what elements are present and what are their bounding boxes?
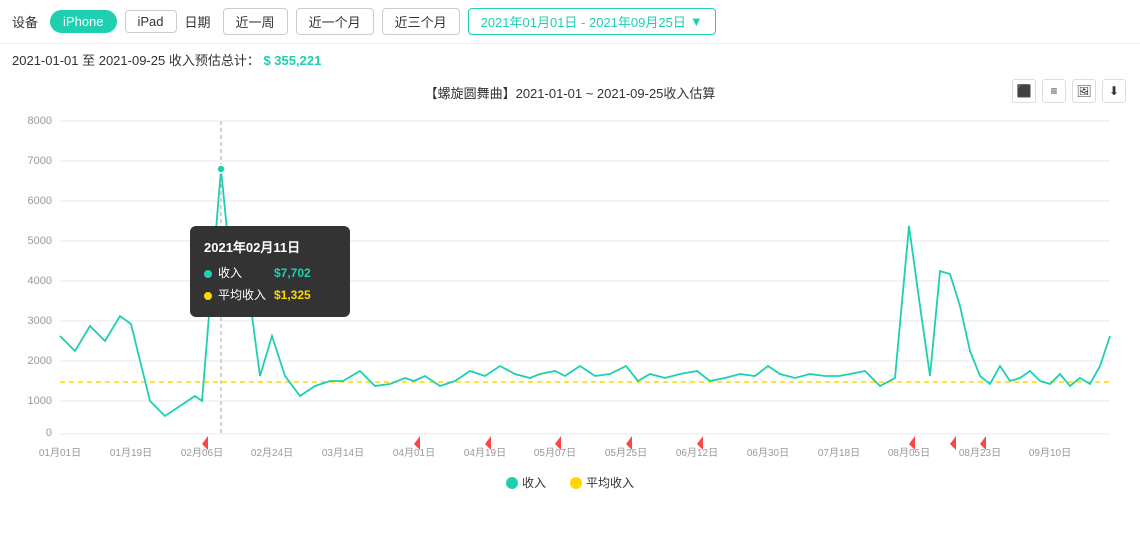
svg-text:4000: 4000 xyxy=(28,275,52,287)
three-months-button[interactable]: 近三个月 xyxy=(382,8,460,35)
chart-svg: 8000 7000 6000 5000 4000 3000 2000 1000 … xyxy=(10,106,1130,466)
svg-text:05月25日: 05月25日 xyxy=(605,447,647,459)
iphone-button[interactable]: iPhone xyxy=(50,10,116,33)
summary-bar: 2021-01-01 至 2021-09-25 收入预估总计： $ 355,22… xyxy=(0,44,1140,75)
svg-text:08月05日: 08月05日 xyxy=(888,447,930,459)
svg-text:04月01日: 04月01日 xyxy=(393,447,435,459)
bar-chart-icon[interactable]: ⬛ xyxy=(1012,79,1036,103)
svg-text:01月19日: 01月19日 xyxy=(110,447,152,459)
device-label: 设备 xyxy=(12,12,38,31)
svg-text:1000: 1000 xyxy=(28,395,52,407)
date-label: 日期 xyxy=(185,12,211,31)
chart-icon-group: ⬛ ≡ 🖼 ⬇ xyxy=(1012,79,1126,103)
svg-text:02月06日: 02月06日 xyxy=(181,447,223,459)
flag-marker xyxy=(950,436,956,450)
month-button[interactable]: 近一个月 xyxy=(296,8,374,35)
svg-text:09月10日: 09月10日 xyxy=(1029,447,1071,459)
svg-text:05月07日: 05月07日 xyxy=(534,447,576,459)
chart-title: 【螺旋圆舞曲】2021-01-01 ~ 2021-09-25收入估算 xyxy=(10,75,1130,106)
legend-avg-label: 平均收入 xyxy=(586,474,634,491)
summary-text: 2021-01-01 至 2021-09-25 收入预估总计： xyxy=(12,53,260,68)
tooltip-point xyxy=(217,165,225,173)
svg-text:3000: 3000 xyxy=(28,315,52,327)
svg-text:06月30日: 06月30日 xyxy=(747,447,789,459)
image-icon[interactable]: 🖼 xyxy=(1072,79,1096,103)
list-icon[interactable]: ≡ xyxy=(1042,79,1066,103)
svg-text:04月19日: 04月19日 xyxy=(464,447,506,459)
svg-text:01月01日: 01月01日 xyxy=(39,447,81,459)
chevron-down-icon: ▼ xyxy=(690,14,703,29)
legend-avg: 平均收入 xyxy=(570,474,634,491)
svg-text:6000: 6000 xyxy=(28,195,52,207)
week-button[interactable]: 近一周 xyxy=(223,8,288,35)
legend-revenue-label: 收入 xyxy=(522,474,546,491)
summary-amount: $ 355,221 xyxy=(263,53,321,68)
ipad-button[interactable]: iPad xyxy=(125,10,177,33)
svg-text:06月12日: 06月12日 xyxy=(676,447,718,459)
svg-text:0: 0 xyxy=(46,427,52,439)
legend-revenue-dot xyxy=(506,477,518,489)
download-icon[interactable]: ⬇ xyxy=(1102,79,1126,103)
date-range-label: 2021年01月01日 - 2021年09月25日 xyxy=(481,12,686,31)
legend-avg-dot xyxy=(570,477,582,489)
chart-legend: 收入 平均收入 xyxy=(10,466,1130,495)
svg-text:07月18日: 07月18日 xyxy=(818,447,860,459)
chart-container: 【螺旋圆舞曲】2021-01-01 ~ 2021-09-25收入估算 ⬛ ≡ 🖼… xyxy=(10,75,1130,535)
date-range-button[interactable]: 2021年01月01日 - 2021年09月25日 ▼ xyxy=(468,8,716,35)
svg-text:5000: 5000 xyxy=(28,235,52,247)
svg-text:03月14日: 03月14日 xyxy=(322,447,364,459)
top-bar: 设备 iPhone iPad 日期 近一周 近一个月 近三个月 2021年01月… xyxy=(0,0,1140,44)
svg-text:7000: 7000 xyxy=(28,155,52,167)
chart-area: 8000 7000 6000 5000 4000 3000 2000 1000 … xyxy=(10,106,1130,466)
svg-text:08月23日: 08月23日 xyxy=(959,447,1001,459)
legend-revenue: 收入 xyxy=(506,474,546,491)
svg-text:8000: 8000 xyxy=(28,115,52,127)
svg-text:2000: 2000 xyxy=(28,355,52,367)
svg-text:02月24日: 02月24日 xyxy=(251,447,293,459)
revenue-line xyxy=(60,169,1110,416)
